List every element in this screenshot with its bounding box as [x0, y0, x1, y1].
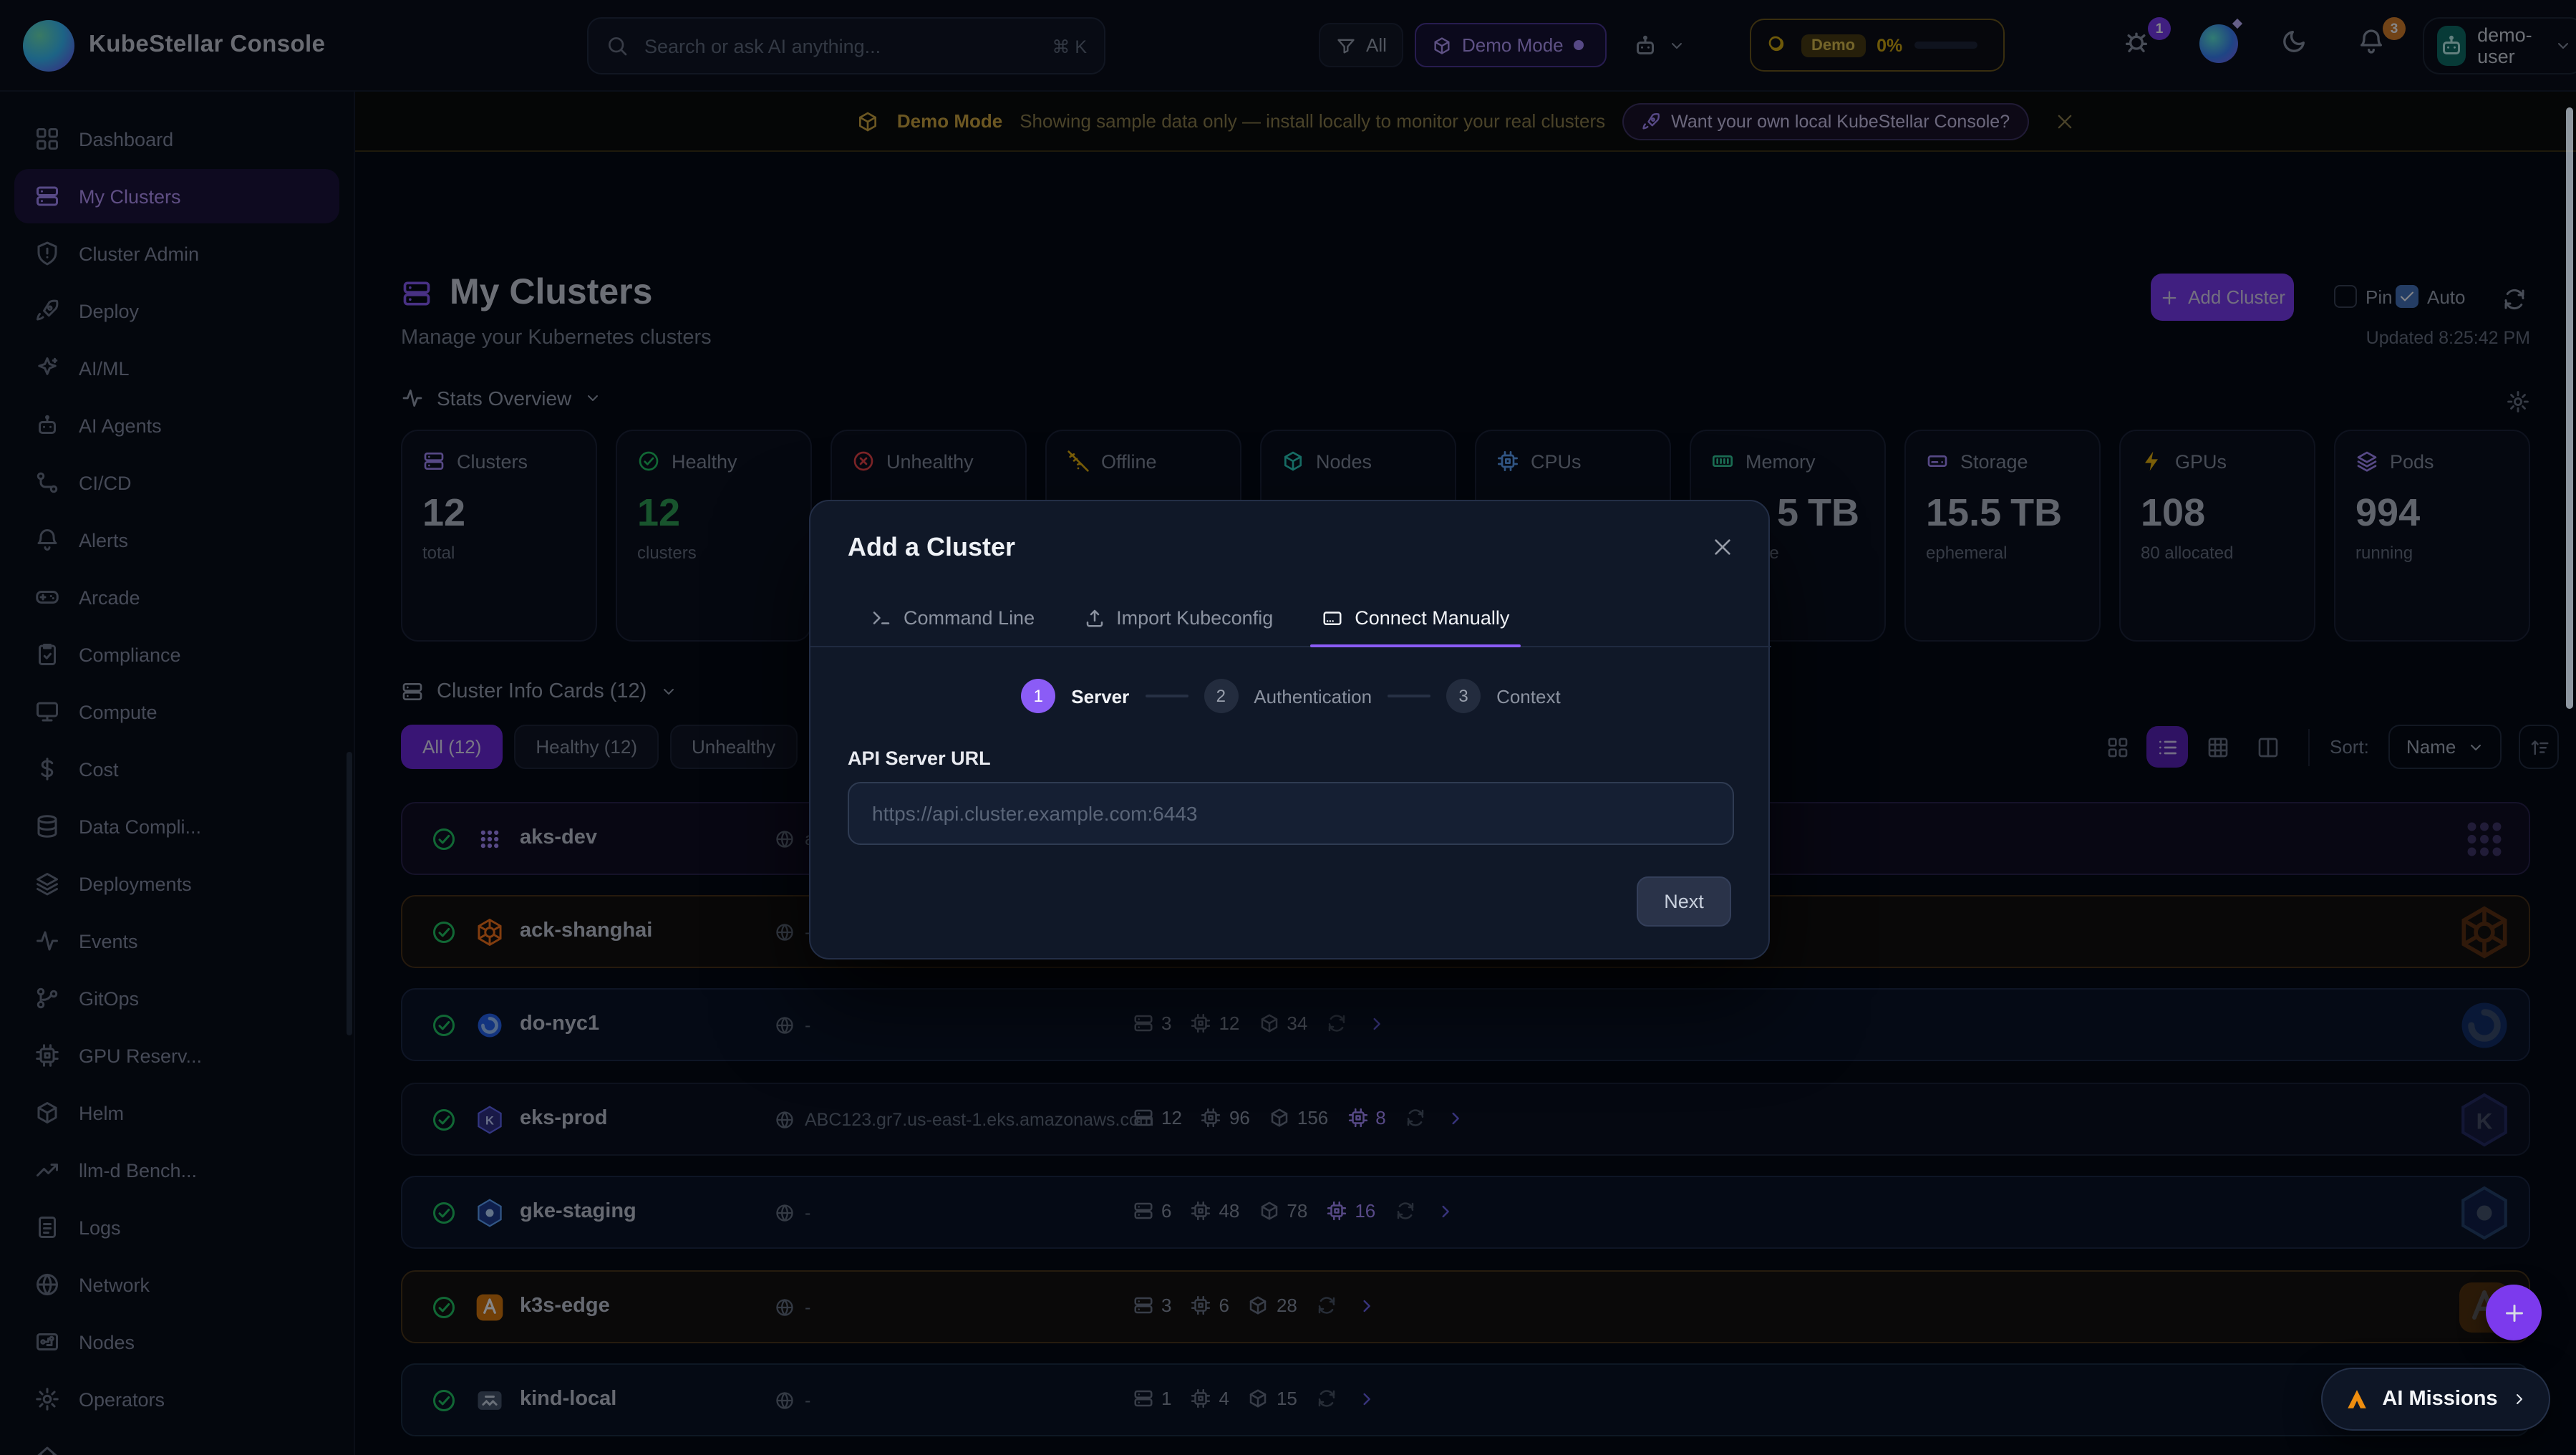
step-connector: [1388, 695, 1430, 697]
upload-icon: [1083, 607, 1105, 629]
ai-missions-button[interactable]: AI Missions: [2321, 1368, 2550, 1431]
step-3-circle: 3: [1446, 679, 1481, 713]
card-icon: [1322, 607, 1343, 629]
modal-tab-connect-manually[interactable]: Connect Manually: [1319, 590, 1512, 646]
modal-tab-import-kubeconfig[interactable]: Import Kubeconfig: [1080, 590, 1276, 646]
add-cluster-modal: Add a Cluster Command Line Import Kubecon…: [809, 500, 1770, 959]
tab-label: Import Kubeconfig: [1116, 607, 1273, 629]
modal-tabs: Command Line Import Kubeconfig Connect Man…: [810, 590, 1771, 647]
step-authentication-label: Authentication: [1254, 685, 1372, 707]
app-root: KubeStellar Console ⌘ K All Demo Mode De…: [0, 0, 2576, 1455]
step-server-label: Server: [1071, 685, 1129, 707]
terminal-icon: [871, 607, 892, 629]
modal-title: Add a Cluster: [848, 533, 1015, 563]
step-context-label: Context: [1496, 685, 1561, 707]
next-label: Next: [1664, 891, 1704, 912]
modal-stepper: 1 Server 2 Authentication 3 Context: [810, 679, 1771, 713]
chevron-right-icon: [2511, 1391, 2528, 1408]
modal-tab-command-line[interactable]: Command Line: [868, 590, 1037, 646]
tab-label: Command Line: [904, 607, 1035, 629]
page-scrollbar[interactable]: [2566, 107, 2573, 709]
floating-add-button[interactable]: [2486, 1285, 2542, 1340]
step-1-circle: 1: [1021, 679, 1055, 713]
api-server-url-label: API Server URL: [848, 748, 991, 769]
next-button[interactable]: Next: [1637, 876, 1731, 927]
tab-label: Connect Manually: [1355, 607, 1509, 629]
ai-missions-logo-icon: [2343, 1386, 2369, 1412]
step-connector: [1145, 695, 1188, 697]
plus-icon: [2501, 1300, 2527, 1325]
step-2-circle: 2: [1204, 679, 1238, 713]
api-server-url-input[interactable]: [848, 782, 1734, 845]
ai-missions-label: AI Missions: [2382, 1388, 2497, 1411]
modal-close-icon[interactable]: [1711, 536, 1734, 559]
